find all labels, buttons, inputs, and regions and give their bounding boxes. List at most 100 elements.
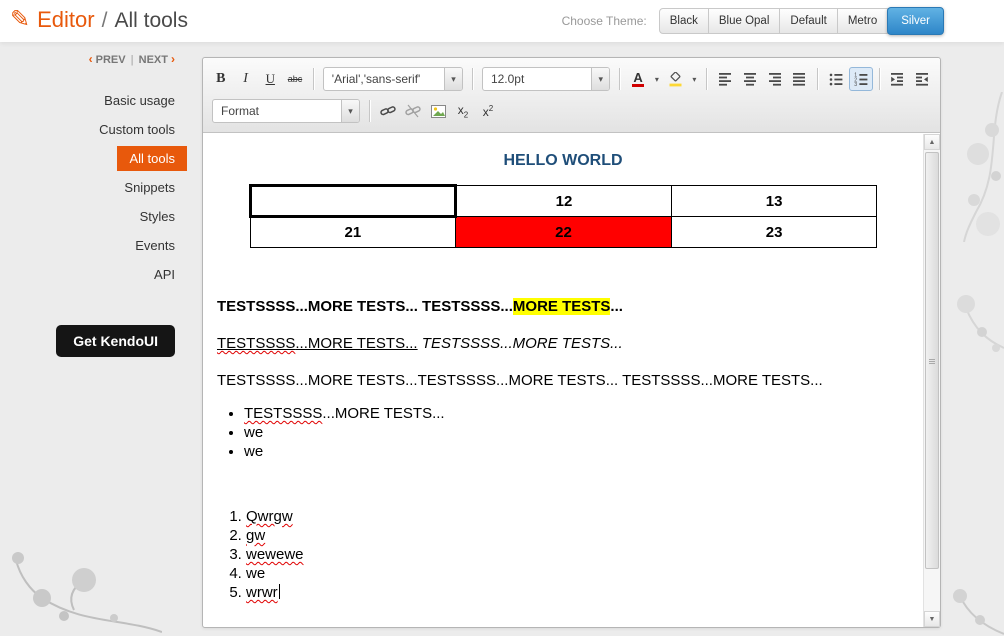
theme-button-blue-opal[interactable]: Blue Opal	[708, 8, 781, 34]
chevron-down-icon[interactable]: ▾	[591, 68, 610, 90]
pencil-logo-icon: ✎	[10, 6, 31, 33]
background-color-dropdown-arrow[interactable]: ▾	[688, 67, 700, 91]
toolbar-row-1: B I U abc 'Arial','sans-serif' ▾ 12.0pt …	[209, 63, 934, 95]
unordered-list-button[interactable]	[824, 67, 848, 91]
theme-chooser: Choose Theme: Black Blue Opal Default Me…	[562, 7, 944, 35]
theme-button-silver[interactable]: Silver	[887, 7, 944, 35]
sidebar-item-styles[interactable]: Styles	[140, 209, 175, 224]
list-item: Qwrgw	[246, 507, 909, 526]
svg-text:3: 3	[854, 82, 857, 86]
theme-button-metro[interactable]: Metro	[837, 8, 889, 34]
table-cell-red[interactable]: 22	[454, 216, 673, 248]
brand: ✎ Editor / All tools	[10, 7, 188, 33]
bullet-list: TESTSSSS...MORE TESTS... we we	[217, 404, 909, 461]
align-right-button[interactable]	[763, 67, 787, 91]
align-justify-button[interactable]	[787, 67, 811, 91]
sidebar-item-snippets[interactable]: Snippets	[124, 180, 175, 195]
table-cell[interactable]: 23	[671, 216, 877, 248]
list-item: gw	[246, 526, 909, 545]
list-item: wrwr	[246, 583, 909, 602]
table-row: 21 22 23	[250, 216, 877, 248]
get-kendoui-button[interactable]: Get KendoUI	[56, 325, 175, 357]
format-select[interactable]: Format ▾	[212, 99, 360, 123]
font-family-select[interactable]: 'Arial','sans-serif' ▾	[322, 67, 463, 91]
sidebar-item-all-tools[interactable]: All tools	[117, 146, 187, 171]
next-arrow-icon: ›	[171, 52, 175, 66]
unlink-icon	[405, 104, 421, 118]
toolbar-separator	[878, 68, 880, 90]
toolbar-separator	[369, 100, 370, 122]
font-color-icon: A	[632, 70, 644, 87]
align-left-icon	[719, 73, 732, 86]
font-size-value: 12.0pt	[490, 72, 525, 86]
editor-scrollbar[interactable]: ▲ ▼	[923, 134, 940, 627]
sidebar-item-basic-usage[interactable]: Basic usage	[104, 93, 175, 108]
page-header: ✎ Editor / All tools Choose Theme: Black…	[0, 0, 1004, 42]
content-table: 12 13 21 22 23	[249, 184, 877, 248]
scrollbar-grip-icon	[929, 358, 935, 364]
remove-link-button[interactable]	[401, 99, 425, 123]
numbered-list: Qwrgw gw wewewe we wrwr	[217, 507, 909, 602]
decorative-branch	[953, 589, 1004, 635]
ordered-list-button[interactable]: 123	[848, 67, 873, 91]
pager-divider: |	[130, 54, 134, 66]
toolbar-separator	[312, 68, 314, 90]
theme-button-black[interactable]: Black	[658, 8, 709, 34]
prev-link[interactable]: PREV	[96, 54, 126, 66]
background-color-button[interactable]	[664, 67, 688, 91]
breadcrumb-separator: /	[101, 9, 108, 32]
font-family-value: 'Arial','sans-serif'	[331, 72, 421, 86]
pager: ‹ PREV | NEXT ›	[0, 52, 188, 66]
subscript-icon: x2	[457, 102, 469, 120]
font-color-dropdown-arrow[interactable]: ▾	[651, 67, 663, 91]
table-cell-selected[interactable]	[249, 184, 457, 218]
link-icon	[380, 106, 396, 116]
scroll-up-button[interactable]: ▲	[924, 134, 940, 150]
font-size-select[interactable]: 12.0pt ▾	[481, 67, 611, 91]
align-center-icon	[743, 73, 756, 86]
text-caret	[278, 584, 280, 599]
editor-body[interactable]: HELLO WORLD 12 13 21 22 23 TESTSSSS...MO…	[203, 134, 923, 627]
sidebar-item-api[interactable]: API	[154, 267, 175, 282]
align-center-button[interactable]	[738, 67, 762, 91]
table-cell[interactable]: 21	[250, 216, 456, 248]
chevron-down-icon[interactable]: ▾	[443, 68, 462, 90]
page-title: All tools	[114, 9, 188, 32]
superscript-button[interactable]: x2	[476, 99, 500, 123]
format-value: Format	[221, 104, 260, 118]
bold-button[interactable]: B	[209, 67, 233, 91]
table-cell[interactable]: 12	[454, 185, 673, 217]
decorative-branch	[957, 295, 1004, 352]
theme-button-default[interactable]: Default	[780, 8, 838, 34]
scroll-down-button[interactable]: ▼	[924, 611, 940, 627]
subscript-button[interactable]: x2	[451, 99, 475, 123]
app-title[interactable]: Editor	[37, 7, 94, 33]
next-link[interactable]: NEXT	[139, 54, 168, 66]
image-icon	[430, 104, 446, 118]
list-item: we	[244, 442, 909, 461]
sidebar: ‹ PREV | NEXT › Basic usage Custom tools All…	[0, 52, 188, 357]
prev-arrow-icon: ‹	[88, 52, 93, 66]
outdent-button[interactable]	[910, 67, 934, 91]
indent-button[interactable]	[886, 67, 910, 91]
chevron-down-icon[interactable]: ▾	[341, 100, 359, 122]
list-item: TESTSSSS...MORE TESTS...	[244, 404, 909, 423]
paragraph-underline-italic: TESTSSSS...MORE TESTS... TESTSSSS...MORE…	[217, 335, 623, 352]
toolbar-separator	[706, 68, 708, 90]
underline-button[interactable]: U	[258, 67, 282, 91]
sidebar-item-events[interactable]: Events	[135, 238, 175, 253]
italic-button[interactable]: I	[234, 67, 258, 91]
toolbar-separator	[619, 68, 621, 90]
align-left-button[interactable]	[713, 67, 737, 91]
table-cell[interactable]: 13	[671, 185, 877, 217]
strikethrough-icon: abc	[287, 74, 303, 84]
insert-image-button[interactable]	[426, 99, 450, 123]
strikethrough-button[interactable]: abc	[283, 67, 307, 91]
align-justify-icon	[793, 73, 806, 86]
editor-toolbar: B I U abc 'Arial','sans-serif' ▾ 12.0pt …	[203, 58, 940, 133]
sidebar-item-custom-tools[interactable]: Custom tools	[99, 122, 175, 137]
insert-link-button[interactable]	[376, 99, 400, 123]
scrollbar-thumb[interactable]	[925, 152, 939, 569]
decorative-branch	[12, 552, 162, 633]
font-color-button[interactable]: A	[626, 67, 650, 91]
